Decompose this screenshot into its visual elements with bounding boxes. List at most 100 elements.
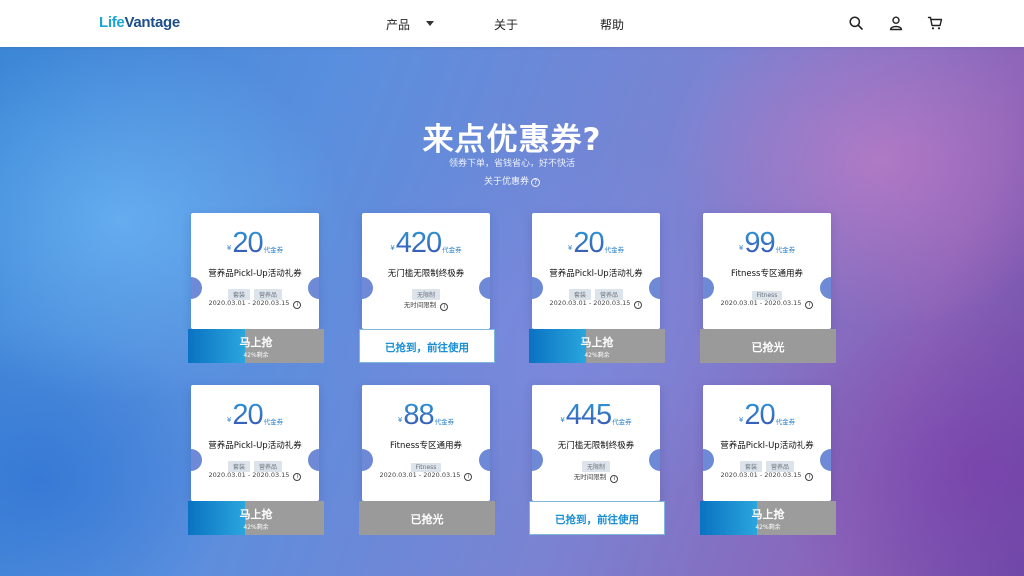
coupon-amount-row: ¥445代金券 [532, 399, 660, 432]
about-coupons-link[interactable]: 关于优惠券? [0, 174, 1024, 187]
coupon-name: Fitness专区通用券 [731, 269, 803, 279]
coupon-validity-text: 2020.03.01 - 2020.03.15 [549, 299, 631, 307]
coupon-name: 无门槛无限制终极券 [387, 269, 465, 279]
currency-symbol: ¥ [738, 244, 744, 252]
currency-symbol: ¥ [397, 416, 403, 424]
search-icon[interactable] [848, 15, 864, 31]
coupon-unit: 代金券 [612, 418, 632, 426]
grab-coupon-button[interactable]: 马上抢 42%剩余 [700, 501, 836, 535]
remaining-label: 42%剩余 [584, 352, 610, 359]
coupon-ticket: ¥420代金券 无门槛无限制终极券 无限制 无时间限制 i [362, 213, 490, 329]
nav-about[interactable]: 关于 [494, 16, 518, 33]
logo-part-life: Life [99, 14, 125, 31]
coupon-name: 营养品Pickl-Up活动礼券 [208, 441, 302, 451]
info-icon[interactable]: i [805, 473, 814, 481]
currency-symbol: ¥ [567, 244, 573, 252]
coupon-card: ¥88代金券 Fitness专区通用券 Fitness 2020.03.01 - 20… [359, 385, 497, 535]
coupon-ticket: ¥20代金券 营养品Pickl-Up活动礼券 套装 营养品 2020.03.01 - 2… [532, 213, 660, 329]
help-icon: ? [531, 178, 540, 187]
coupon-name: 营养品Pickl-Up活动礼券 [208, 269, 302, 279]
coupon-unit: 代金券 [775, 246, 796, 254]
info-icon[interactable]: i [293, 301, 302, 309]
coupon-name: 无门槛无限制终极券 [557, 441, 635, 451]
coupon-ticket: ¥20代金券 营养品Pickl-Up活动礼券 套装 营养品 2020.03.01 - 2… [191, 385, 319, 501]
coupon-amount: 99 [744, 227, 775, 259]
remaining-label: 42%剩余 [243, 352, 269, 359]
coupon-amount: 88 [403, 399, 434, 431]
coupon-amount-row: ¥88代金券 [362, 399, 490, 432]
grab-coupon-label: 马上抢 [239, 336, 273, 349]
coupon-validity: 2020.03.01 - 2020.03.15 i [191, 471, 319, 481]
coupon-amount-row: ¥420代金券 [362, 227, 490, 260]
coupon-ticket: ¥88代金券 Fitness专区通用券 Fitness 2020.03.01 - 20… [362, 385, 490, 501]
grab-coupon-button[interactable]: 马上抢 42%剩余 [188, 329, 324, 363]
coupon-amount: 420 [395, 227, 442, 259]
coupon-validity-text: 无时间限制 [403, 301, 437, 309]
coupon-ticket: ¥20代金券 营养品Pickl-Up活动礼券 套装 营养品 2020.03.01 - 2… [191, 213, 319, 329]
coupon-card: ¥20代金券 营养品Pickl-Up活动礼券 套装 营养品 2020.03.01 - 2… [529, 213, 667, 363]
currency-symbol: ¥ [226, 244, 232, 252]
coupon-amount: 20 [232, 399, 263, 431]
coupon-amount-row: ¥20代金券 [191, 399, 319, 432]
use-coupon-label: 已抢到，前往使用 [385, 342, 469, 354]
logo-part-vantage: Vantage [124, 14, 180, 31]
remaining-label: 42%剩余 [243, 524, 269, 531]
chevron-down-icon[interactable] [426, 21, 434, 26]
coupon-card: ¥20代金券 营养品Pickl-Up活动礼券 套装 营养品 2020.03.01 - 2… [188, 213, 326, 363]
coupon-validity: 2020.03.01 - 2020.03.15 i [703, 299, 831, 309]
coupon-card: ¥99代金券 Fitness专区通用券 Fitness 2020.03.01 - 20… [700, 213, 838, 363]
coupon-validity: 2020.03.01 - 2020.03.15 i [532, 299, 660, 309]
coupon-validity: 2020.03.01 - 2020.03.15 i [703, 471, 831, 481]
coupon-validity-text: 2020.03.01 - 2020.03.15 [379, 471, 461, 479]
coupon-validity: 2020.03.01 - 2020.03.15 i [191, 299, 319, 309]
sold-out-button: 已抢光 [700, 329, 836, 363]
coupon-amount-row: ¥99代金券 [703, 227, 831, 260]
coupon-validity: 2020.03.01 - 2020.03.15 i [362, 471, 490, 481]
coupon-validity-text: 无时间限制 [573, 473, 607, 481]
coupon-amount-row: ¥20代金券 [703, 399, 831, 432]
logo[interactable]: LifeVantage [99, 14, 180, 31]
coupon-amount: 445 [565, 399, 612, 431]
page-subtitle: 领券下单，省钱省心，好不快活 [448, 159, 575, 169]
currency-symbol: ¥ [226, 416, 232, 424]
grab-coupon-label: 马上抢 [751, 508, 785, 521]
coupon-unit: 代金券 [263, 246, 284, 254]
coupon-unit: 代金券 [263, 418, 284, 426]
use-coupon-button[interactable]: 已抢到，前往使用 [529, 501, 665, 535]
grab-coupon-button[interactable]: 马上抢 42%剩余 [188, 501, 324, 535]
use-coupon-button[interactable]: 已抢到，前往使用 [359, 329, 495, 363]
coupon-unit: 代金券 [434, 418, 455, 426]
coupon-card: ¥445代金券 无门槛无限制终极券 无限制 无时间限制 i 已抢到，前往使用 [529, 385, 667, 535]
site-header: LifeVantage 产品 关于 帮助 [0, 0, 1024, 47]
sold-out-button: 已抢光 [359, 501, 495, 535]
info-icon[interactable]: i [610, 475, 619, 483]
coupon-card: ¥20代金券 营养品Pickl-Up活动礼券 套装 营养品 2020.03.01 - 2… [700, 385, 838, 535]
info-icon[interactable]: i [634, 301, 643, 309]
coupon-validity-text: 2020.03.01 - 2020.03.15 [208, 299, 290, 307]
info-icon[interactable]: i [805, 301, 814, 309]
coupon-unit: 代金券 [442, 246, 462, 254]
currency-symbol: ¥ [560, 416, 565, 424]
cart-icon[interactable] [927, 15, 943, 31]
grab-coupon-button[interactable]: 马上抢 42%剩余 [529, 329, 665, 363]
info-icon[interactable]: i [440, 303, 449, 311]
coupon-validity-text: 2020.03.01 - 2020.03.15 [208, 471, 290, 479]
nav-products[interactable]: 产品 [386, 16, 410, 33]
coupon-card: ¥20代金券 营养品Pickl-Up活动礼券 套装 营养品 2020.03.01 - 2… [188, 385, 326, 535]
coupon-ticket: ¥445代金券 无门槛无限制终极券 无限制 无时间限制 i [532, 385, 660, 501]
user-icon[interactable] [888, 15, 904, 31]
grab-coupon-label: 马上抢 [580, 336, 614, 349]
grab-coupon-label: 马上抢 [239, 508, 273, 521]
coupon-name: Fitness专区通用券 [390, 441, 462, 451]
sold-out-label: 已抢光 [751, 341, 785, 354]
coupon-validity-text: 2020.03.01 - 2020.03.15 [720, 471, 802, 479]
coupon-unit: 代金券 [775, 418, 796, 426]
coupon-amount: 20 [232, 227, 263, 259]
nav-help[interactable]: 帮助 [600, 16, 624, 33]
coupon-amount: 20 [744, 399, 775, 431]
coupon-name: 营养品Pickl-Up活动礼券 [720, 441, 814, 451]
info-icon[interactable]: i [464, 473, 473, 481]
info-icon[interactable]: i [293, 473, 302, 481]
coupon-amount: 20 [573, 227, 604, 259]
coupon-validity-text: 2020.03.01 - 2020.03.15 [720, 299, 802, 307]
